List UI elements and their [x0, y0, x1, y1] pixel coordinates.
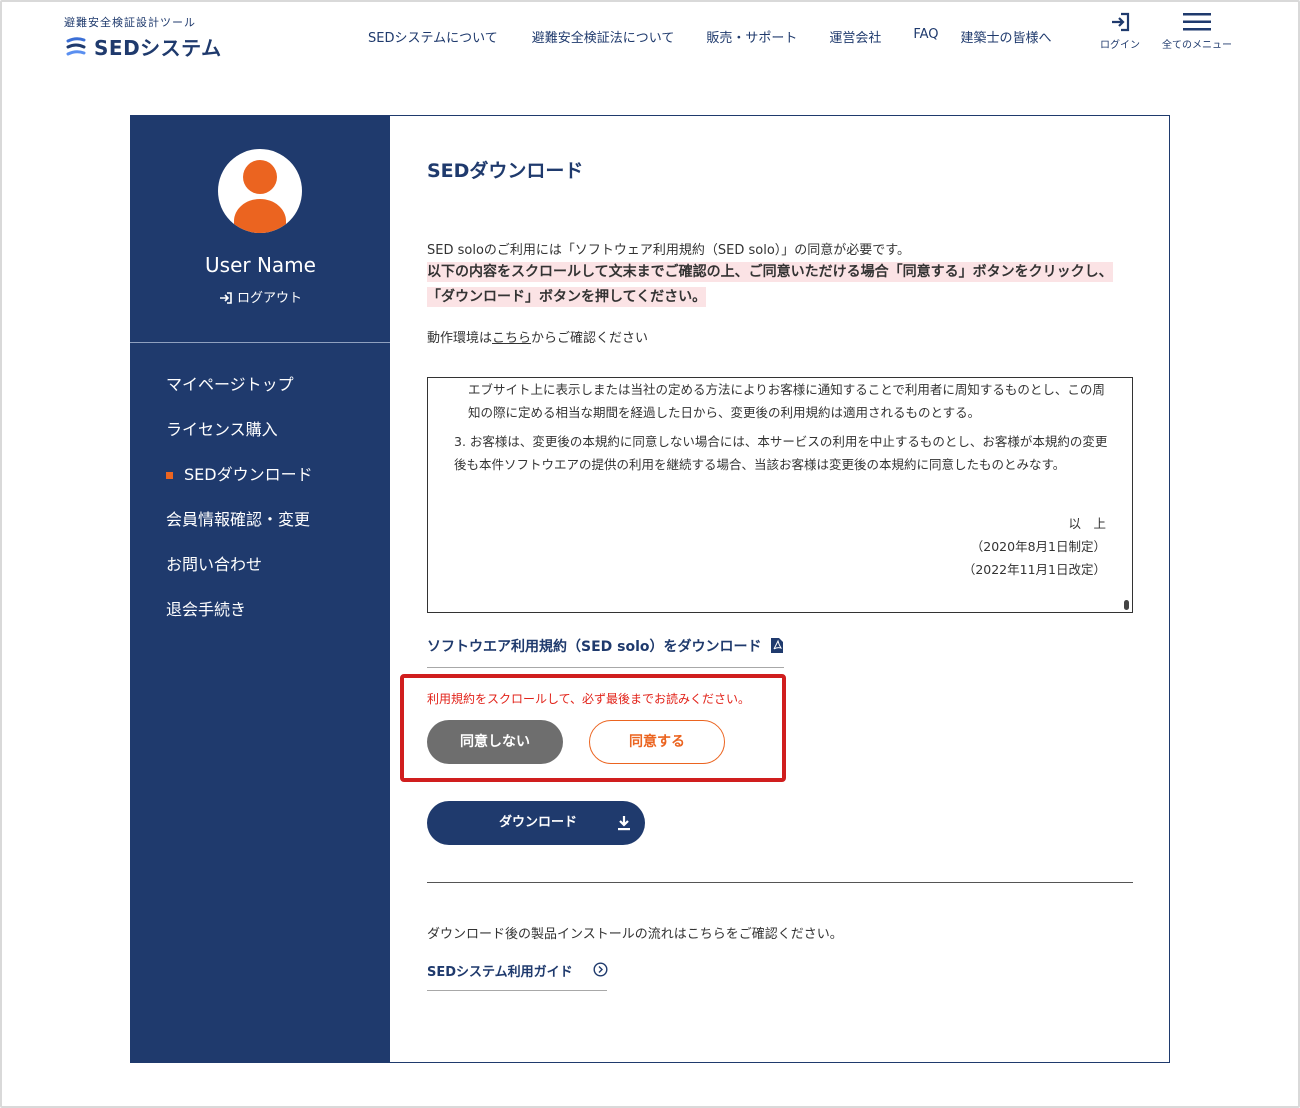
- logout-link[interactable]: ログアウト: [130, 287, 391, 306]
- global-nav: SEDシステムについて 避難安全検証法について 販売・サポート 運営会社 FAQ…: [368, 27, 1052, 46]
- logout-icon: [219, 292, 232, 304]
- circle-arrow-icon: [593, 962, 608, 977]
- terms-scroll-box[interactable]: エブサイト上に表示しまたは当社の定める方法によりお客様に通知することで利用者に周…: [427, 377, 1133, 613]
- terms-closing: 以 上: [1068, 516, 1106, 531]
- terms-pdf-download-link[interactable]: ソフトウエア利用規約（SED solo）をダウンロード: [427, 636, 784, 668]
- terms-paragraph: 3. お客様は、変更後の本規約に同意しない場合には、本サービスの利用を中止するも…: [454, 434, 1108, 472]
- sidebar-item-label: SEDダウンロード: [184, 465, 313, 484]
- login-label: ログイン: [1100, 40, 1140, 51]
- env-suffix: からご確認ください: [531, 331, 649, 346]
- nav-sales-support[interactable]: 販売・サポート: [706, 27, 797, 46]
- download-icon: [618, 816, 630, 831]
- nav-company[interactable]: 運営会社: [829, 27, 881, 46]
- site-header: 避難安全検証設計ツール SEDシステム SEDシステムについて 避難安全検証法に…: [0, 0, 1300, 80]
- logo-mark-icon: [66, 36, 86, 55]
- active-marker: [166, 472, 173, 479]
- user-name: User Name: [205, 253, 316, 277]
- pdf-icon: [771, 638, 783, 653]
- terms-paragraph: エブサイト上に表示しまたは当社の定める方法によりお客様に通知することで利用者に周…: [468, 382, 1105, 420]
- guide-link-label: SEDシステム利用ガイド: [427, 965, 573, 980]
- scrollbar-thumb[interactable]: [1124, 600, 1129, 610]
- nav-sed-system[interactable]: SEDシステムについて: [368, 27, 498, 46]
- section-divider: [427, 882, 1133, 883]
- page-title: SEDダウンロード: [427, 160, 584, 182]
- intro-text: SED soloのご利用には「ソフトウェア利用規約（SED solo）」の同意が…: [427, 243, 911, 258]
- logo-text: SEDシステム: [94, 36, 222, 60]
- all-menu-label: 全てのメニュー: [1162, 40, 1232, 51]
- sidebar-item-contact[interactable]: お問い合わせ: [166, 555, 313, 600]
- agree-button[interactable]: 同意する: [589, 720, 725, 764]
- env-prefix: 動作環境は: [427, 331, 493, 346]
- site-logo[interactable]: 避難安全検証設計ツール SEDシステム: [64, 14, 222, 61]
- hamburger-icon: [1183, 13, 1211, 31]
- main-content: SEDダウンロード SED soloのご利用には「ソフトウェア利用規約（SED …: [390, 115, 1170, 1063]
- avatar: [218, 149, 302, 233]
- logout-label: ログアウト: [236, 291, 302, 306]
- all-menu-button[interactable]: 全てのメニュー: [1156, 12, 1238, 51]
- warning-text: 以下の内容をスクロールして文末までご確認の上、ご同意いただける場合「同意する」ボ…: [427, 260, 1117, 310]
- sidebar-menu: マイページトップ ライセンス購入 SEDダウンロード 会員情報確認・変更 お問い…: [166, 375, 313, 645]
- user-guide-link[interactable]: SEDシステム利用ガイド: [427, 961, 608, 991]
- sidebar-item-mypage-top[interactable]: マイページトップ: [166, 375, 313, 420]
- environment-text: 動作環境はこちらからご確認ください: [427, 327, 648, 346]
- install-flow-text: ダウンロード後の製品インストールの流れはこちらをご確認ください。: [427, 927, 843, 942]
- mypage-sidebar: User Name ログアウト マイページトップ ライセンス購入 SEDダウンロ…: [130, 115, 391, 1063]
- logo-subtitle: 避難安全検証設計ツール: [64, 16, 196, 29]
- sidebar-item-withdraw[interactable]: 退会手続き: [166, 600, 313, 645]
- pdf-link-label: ソフトウエア利用規約（SED solo）をダウンロード: [427, 639, 762, 655]
- environment-link[interactable]: こちら: [492, 331, 531, 346]
- warning-highlight: 以下の内容をスクロールして文末までご確認の上、ご同意いただける場合「同意する」ボ…: [427, 262, 1113, 307]
- scroll-notice: 利用規約をスクロールして、必ず最後までお読みください。: [427, 692, 751, 706]
- disagree-button[interactable]: 同意しない: [427, 720, 563, 764]
- sidebar-item-sed-download[interactable]: SEDダウンロード: [166, 465, 313, 510]
- download-button[interactable]: ダウンロード: [427, 801, 645, 845]
- nav-faq[interactable]: FAQ: [913, 27, 938, 46]
- login-button[interactable]: ログイン: [1096, 12, 1144, 51]
- nav-architects[interactable]: 建築士の皆様へ: [961, 27, 1052, 46]
- terms-revised-date: （2022年11月1日改定）: [962, 562, 1106, 577]
- sidebar-divider: [130, 342, 391, 343]
- terms-enacted-date: （2020年8月1日制定）: [970, 539, 1106, 554]
- sidebar-item-member-info[interactable]: 会員情報確認・変更: [166, 510, 313, 555]
- download-label: ダウンロード: [499, 815, 578, 830]
- sidebar-item-license-purchase[interactable]: ライセンス購入: [166, 420, 313, 465]
- login-icon: [1112, 12, 1130, 32]
- nav-evacuation-law[interactable]: 避難安全検証法について: [532, 27, 675, 46]
